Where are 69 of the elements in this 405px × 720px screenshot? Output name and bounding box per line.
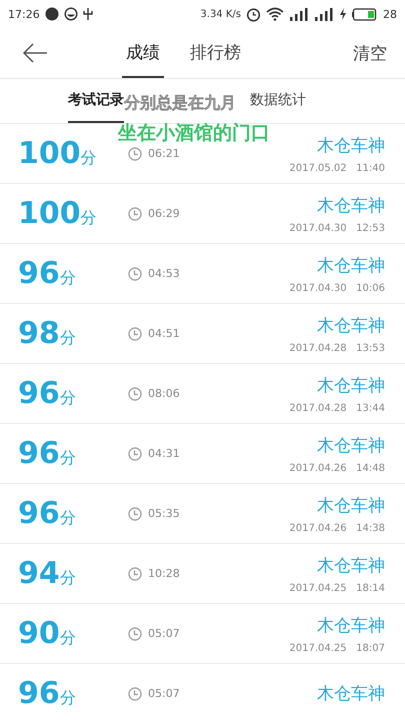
floating-lyric: 坐在小酒馆的门口	[118, 121, 270, 146]
exam-duration: 05:35	[148, 507, 180, 520]
user-name: 木仓车神	[317, 374, 385, 396]
exam-duration: 04:53	[148, 267, 180, 280]
user-name: 木仓车神	[317, 614, 385, 636]
user-name: 木仓车神	[317, 314, 385, 336]
clock-icon	[128, 266, 142, 280]
exam-date: 2017.04.28 13:44	[289, 402, 385, 414]
user-name: 木仓车神	[317, 134, 385, 156]
score: 100分	[18, 136, 98, 171]
exam-date: 2017.04.26 14:38	[289, 522, 385, 534]
user-name: 木仓车神	[317, 683, 385, 705]
exam-duration: 08:06	[148, 387, 180, 400]
exam-duration: 05:07	[148, 687, 180, 700]
clock-icon	[128, 386, 142, 400]
clock-icon	[128, 206, 142, 220]
notification-icon	[64, 7, 78, 21]
exam-date: 2017.04.25 18:14	[289, 582, 385, 594]
exam-duration: 04:31	[148, 447, 180, 460]
clock-icon	[128, 446, 142, 460]
exam-date: 2017.04.26 14:48	[289, 462, 385, 474]
exam-duration: 06:29	[148, 207, 180, 220]
clock-icon	[128, 506, 142, 520]
exam-duration: 04:51	[148, 327, 180, 340]
exam-duration: 05:07	[148, 627, 180, 640]
exam-duration: 10:28	[148, 567, 180, 580]
status-time: 17:26	[8, 8, 40, 20]
wifi-icon	[266, 7, 284, 21]
exam-date: 2017.05.02 11:40	[289, 162, 385, 174]
floating-lyric: 分别总是在九月	[124, 93, 236, 114]
charging-icon	[339, 7, 347, 21]
network-speed: 3.34 K/s	[200, 8, 241, 20]
score: 100分	[18, 196, 98, 231]
subtab[interactable]: 数据统计	[250, 79, 306, 123]
exam-date: 2017.04.30 10:06	[289, 282, 385, 294]
exam-date: 2017.04.25 18:07	[289, 642, 385, 654]
clock-icon	[128, 326, 142, 340]
score: 90分	[18, 616, 77, 651]
score: 96分	[18, 436, 77, 471]
score: 94分	[18, 556, 77, 591]
score: 96分	[18, 496, 77, 531]
user-name: 木仓车神	[317, 194, 385, 216]
user-name: 木仓车神	[317, 554, 385, 576]
score: 98分	[18, 316, 77, 351]
clear-button[interactable]: 清空	[353, 42, 387, 64]
signal-icon	[289, 7, 309, 21]
signal-icon	[314, 7, 334, 21]
user-name: 木仓车神	[317, 254, 385, 276]
user-name: 木仓车神	[317, 434, 385, 456]
clock-icon	[128, 146, 142, 160]
subtab[interactable]: 考试记录	[68, 79, 124, 123]
battery-icon	[352, 8, 378, 20]
exam-date: 2017.04.28 13:53	[289, 342, 385, 354]
notification-icon	[44, 7, 59, 21]
usb-icon	[82, 7, 93, 21]
alarm-icon	[246, 6, 261, 22]
exam-date: 2017.04.30 12:53	[289, 222, 385, 234]
tab[interactable]: 成绩	[122, 28, 164, 78]
user-name: 木仓车神	[317, 494, 385, 516]
clock-icon	[128, 626, 142, 640]
battery-percentage: 28	[383, 8, 397, 20]
exam-duration: 06:21	[148, 147, 180, 160]
clock-icon	[128, 566, 142, 580]
tab[interactable]: 排行榜	[186, 28, 245, 78]
score: 96分	[18, 676, 77, 711]
clock-icon	[128, 686, 142, 700]
score: 96分	[18, 376, 77, 411]
back-arrow-icon[interactable]	[22, 43, 48, 63]
score: 96分	[18, 256, 77, 291]
